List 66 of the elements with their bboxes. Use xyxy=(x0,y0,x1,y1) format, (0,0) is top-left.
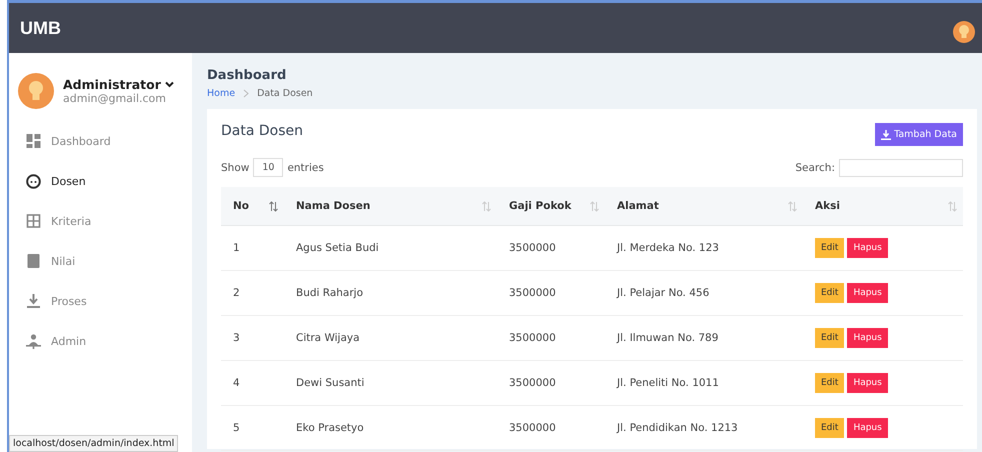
delete-button[interactable]: Hapus xyxy=(847,328,888,348)
dashboard-icon xyxy=(26,134,41,148)
table-cell: 3500000 xyxy=(497,360,605,406)
table-cell: Budi Raharjo xyxy=(284,270,497,316)
bookmark-icon xyxy=(26,254,41,268)
entries-label: entries xyxy=(287,162,324,174)
status-url: localhost/dosen/admin/index.html xyxy=(9,435,178,452)
sidebar-item[interactable]: Dashboard xyxy=(18,121,192,161)
column-header[interactable]: Nama Dosen xyxy=(296,200,370,212)
sort-icon[interactable] xyxy=(269,200,278,212)
table-cell: Citra Wijaya xyxy=(284,316,497,360)
table-cell: Dewi Susanti xyxy=(284,360,497,406)
column-header[interactable]: Gaji Pokok xyxy=(509,200,572,212)
face-icon xyxy=(26,174,41,188)
table-cell: Jl. Peneliti No. 1011 xyxy=(605,360,803,406)
user-name[interactable]: Administrator xyxy=(63,77,161,92)
table-cell: 2 xyxy=(221,270,284,316)
sidebar-item[interactable]: Proses xyxy=(18,281,192,321)
breadcrumb-current: Data Dosen xyxy=(257,88,313,99)
column-header[interactable]: Aksi xyxy=(815,200,840,212)
card-title: Data Dosen xyxy=(221,123,304,139)
edit-button[interactable]: Edit xyxy=(815,373,844,393)
show-label: Show xyxy=(221,162,250,174)
user-avatar-icon[interactable] xyxy=(953,21,975,43)
sidebar-item[interactable]: Kriteria xyxy=(18,201,192,241)
table-cell: Eko Prasetyo xyxy=(284,406,497,450)
column-header[interactable]: No xyxy=(233,200,250,212)
table-cell: 3 xyxy=(221,316,284,360)
entries-select[interactable]: 10 xyxy=(253,158,284,177)
table-cell: 3500000 xyxy=(497,226,605,270)
table-cell: 3500000 xyxy=(497,406,605,450)
download-icon xyxy=(881,130,892,140)
table-cell: Jl. Pendidikan No. 1213 xyxy=(605,406,803,450)
edit-button[interactable]: Edit xyxy=(815,418,844,438)
table-cell: 5 xyxy=(221,406,284,450)
download-icon xyxy=(26,294,41,308)
table-cell: Agus Setia Budi xyxy=(284,226,497,270)
search-field[interactable] xyxy=(839,158,963,176)
table-cell: 4 xyxy=(221,360,284,406)
table-cell: Jl. Merdeka No. 123 xyxy=(605,226,803,270)
brand-logo[interactable]: UMB xyxy=(20,18,61,38)
page-title: Dashboard xyxy=(207,68,288,83)
edit-button[interactable]: Edit xyxy=(815,328,844,348)
user-email: admin@gmail.com xyxy=(63,92,168,105)
edit-button[interactable]: Edit xyxy=(815,283,844,303)
breadcrumb-link[interactable]: Home xyxy=(207,88,236,99)
table-cell: Jl. Pelajar No. 456 xyxy=(605,270,803,316)
sidebar-item[interactable]: Dosen xyxy=(18,161,192,201)
chevron-down-icon[interactable] xyxy=(164,81,174,88)
table-cell: 3500000 xyxy=(497,316,605,360)
sidebar-item[interactable]: Nilai xyxy=(18,241,192,281)
delete-button[interactable]: Hapus xyxy=(847,283,888,303)
edit-button[interactable]: Edit xyxy=(815,238,844,258)
table-cell: 3500000 xyxy=(497,270,605,316)
delete-button[interactable]: Hapus xyxy=(847,238,888,258)
add-button[interactable]: Tambah Data xyxy=(875,123,963,146)
column-header[interactable]: Alamat xyxy=(617,200,659,212)
chevron-right-icon xyxy=(243,89,250,98)
table-cell: Jl. Ilmuwan No. 789 xyxy=(605,316,803,360)
delete-button[interactable]: Hapus xyxy=(847,373,888,393)
table-cell: 1 xyxy=(221,226,284,270)
delete-button[interactable]: Hapus xyxy=(847,418,888,438)
search-label: Search: xyxy=(795,162,835,174)
sidebar-item[interactable]: Admin xyxy=(18,321,192,361)
grid-icon xyxy=(26,214,41,228)
person-icon xyxy=(26,334,41,348)
